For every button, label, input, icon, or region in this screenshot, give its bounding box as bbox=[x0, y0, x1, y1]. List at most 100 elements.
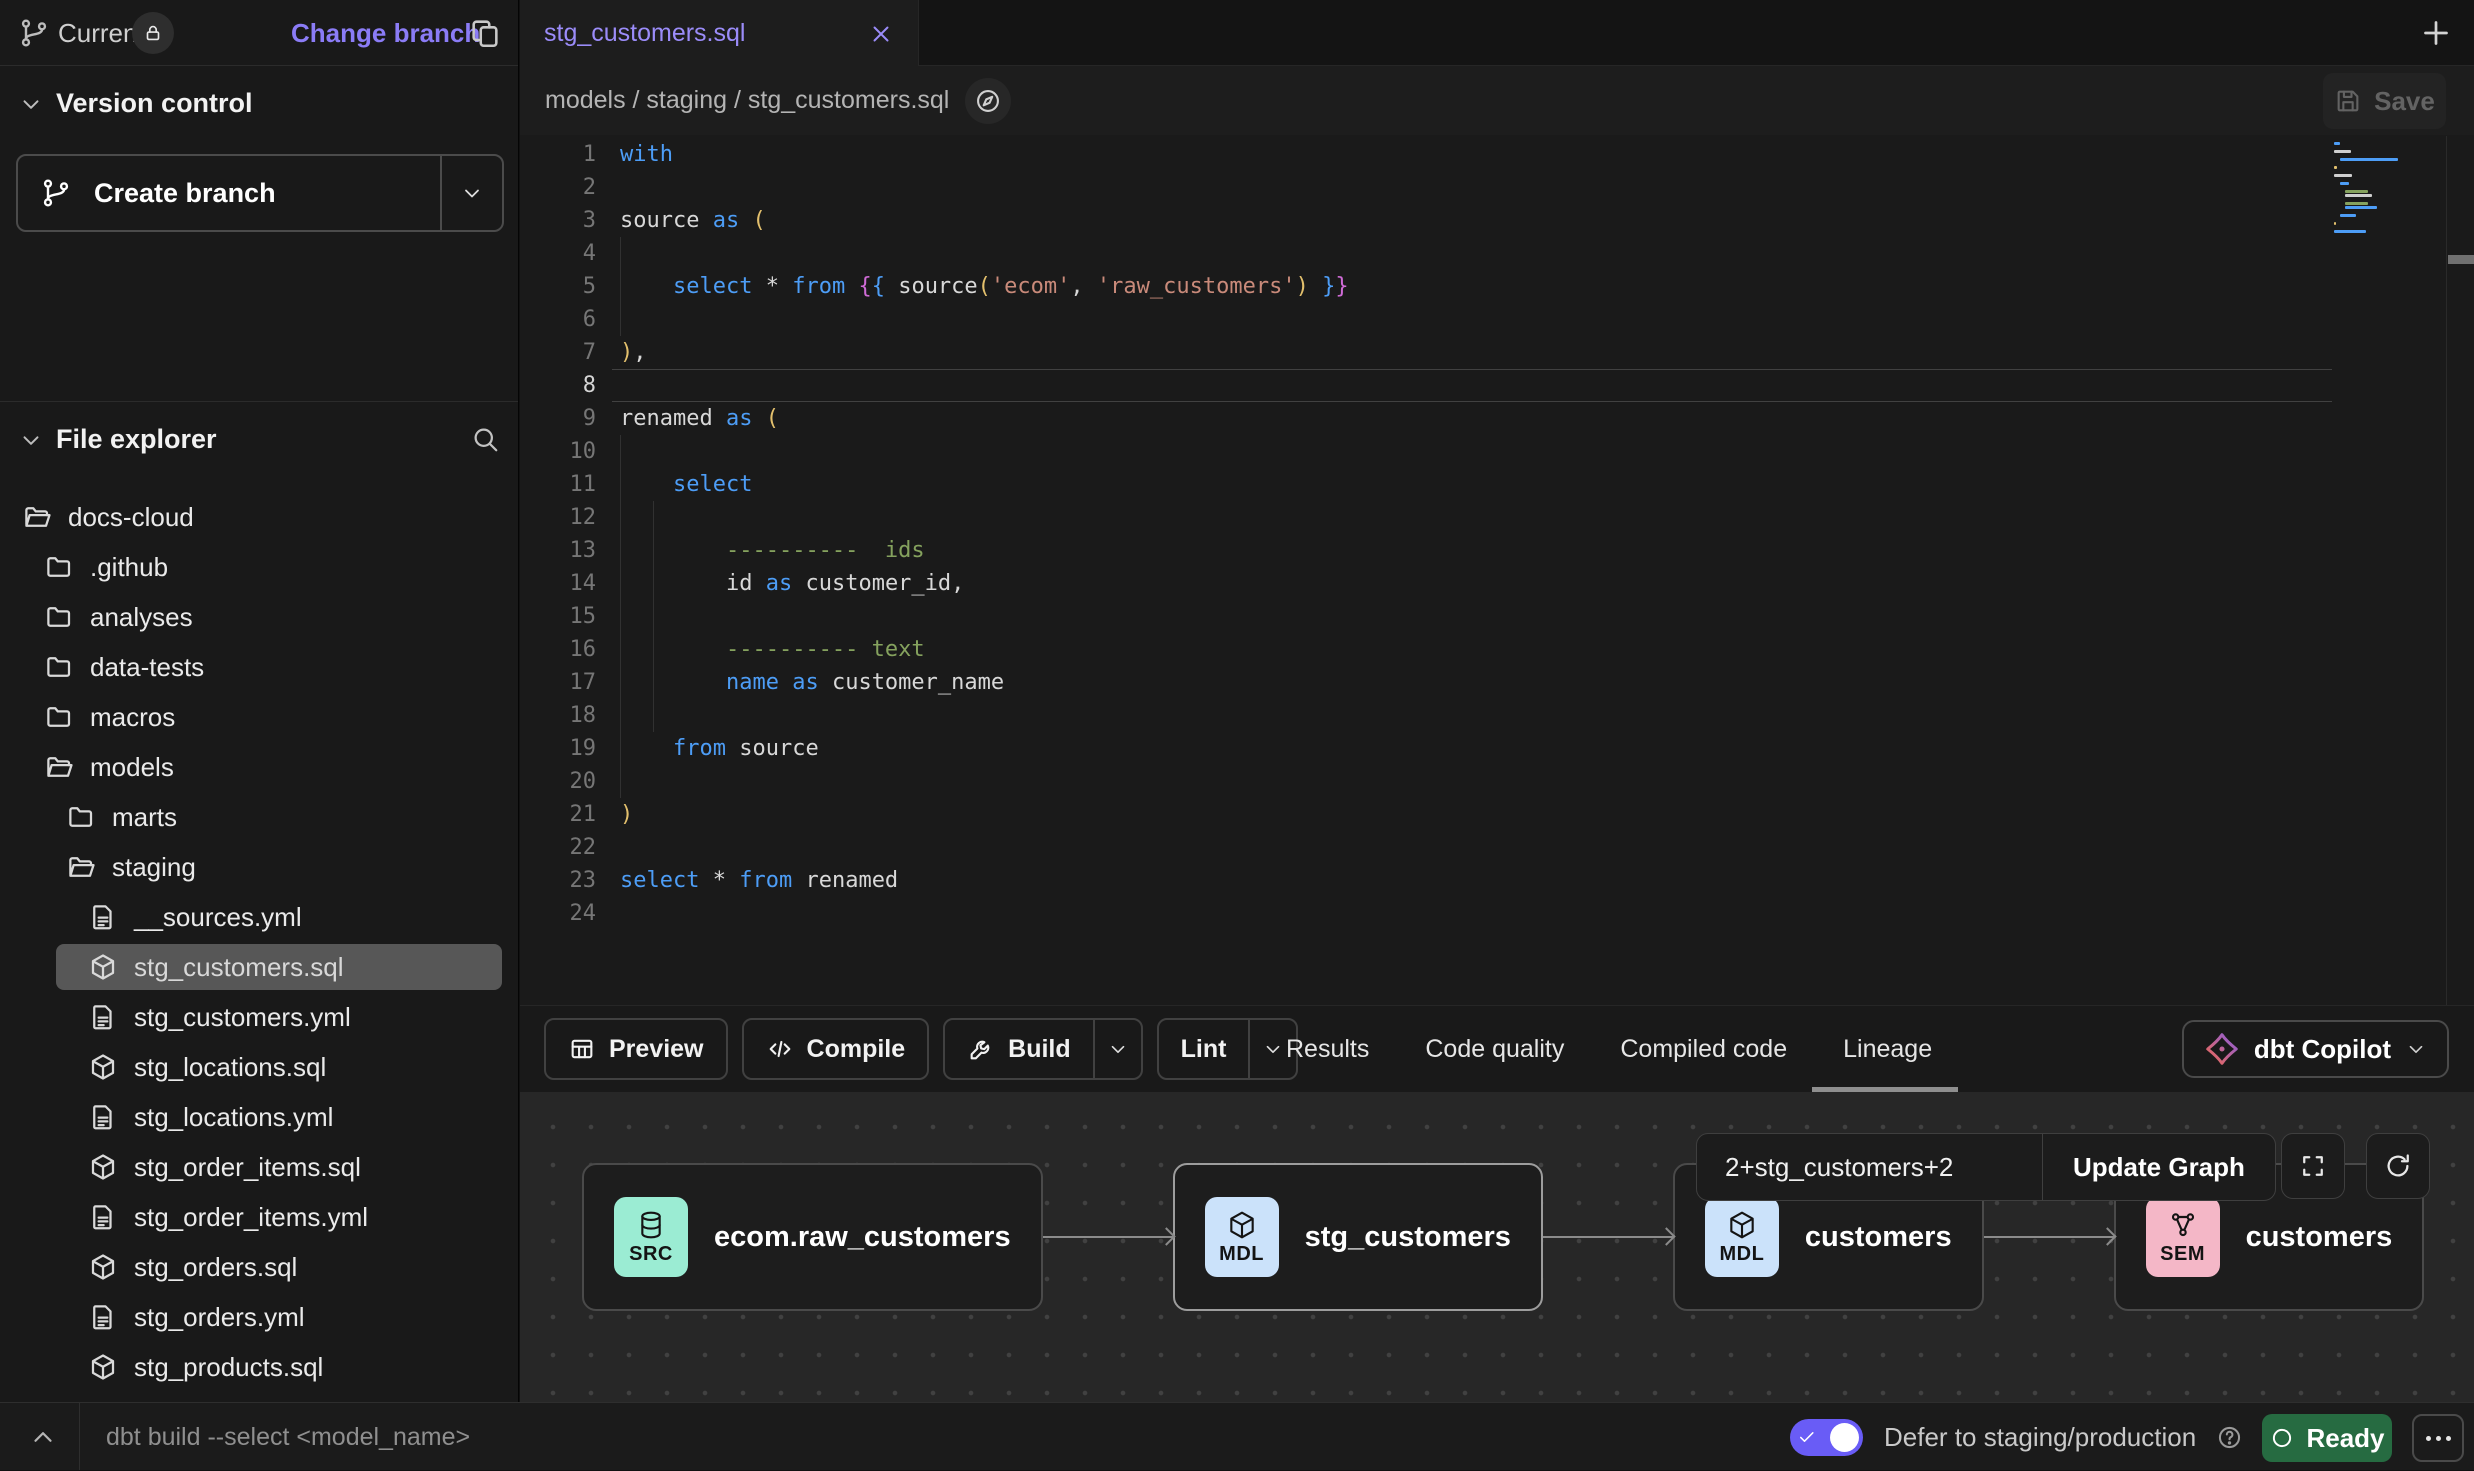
code-line-8[interactable]: 8 bbox=[520, 369, 2474, 402]
build-button[interactable]: Build bbox=[943, 1018, 1143, 1080]
code-line-9[interactable]: 9renamed as ( bbox=[520, 402, 2474, 435]
code-line-12[interactable]: 12 bbox=[520, 501, 2474, 534]
compile-button[interactable]: Compile bbox=[742, 1018, 930, 1080]
file-item-stg-orders-sql[interactable]: stg_orders.sql bbox=[0, 1242, 518, 1292]
code-line-20[interactable]: 20 bbox=[520, 765, 2474, 798]
chevron-down-icon bbox=[460, 181, 484, 205]
code-line-10[interactable]: 10 bbox=[520, 435, 2474, 468]
tab-results[interactable]: Results bbox=[1286, 1035, 1369, 1064]
build-dropdown[interactable] bbox=[1093, 1020, 1141, 1078]
editor-tabbar: stg_customers.sql bbox=[520, 0, 2474, 66]
help-icon[interactable] bbox=[2216, 1424, 2243, 1451]
file-item-stg-orders-yml[interactable]: stg_orders.yml bbox=[0, 1292, 518, 1342]
file-item-stg-customers-yml[interactable]: stg_customers.yml bbox=[0, 992, 518, 1042]
save-button[interactable]: Save bbox=[2323, 73, 2446, 129]
lineage-selector-input[interactable]: 2+stg_customers+2 bbox=[1697, 1134, 2042, 1200]
line-content: renamed as ( bbox=[620, 402, 779, 435]
close-icon[interactable] bbox=[868, 21, 894, 47]
code-line-15[interactable]: 15 bbox=[520, 600, 2474, 633]
file-item-models[interactable]: models bbox=[0, 742, 518, 792]
ide-status-button[interactable]: Ready bbox=[2262, 1414, 2392, 1462]
file-item-stg-locations-yml[interactable]: stg_locations.yml bbox=[0, 1092, 518, 1142]
change-branch-link[interactable]: Change branch bbox=[291, 0, 480, 66]
folder-icon bbox=[44, 702, 74, 732]
create-branch-button[interactable]: Create branch bbox=[16, 154, 504, 232]
fullscreen-button[interactable] bbox=[2281, 1133, 2345, 1199]
tab-code-quality[interactable]: Code quality bbox=[1425, 1035, 1564, 1064]
explore-lineage-button[interactable] bbox=[965, 78, 1011, 124]
code-line-22[interactable]: 22 bbox=[520, 831, 2474, 864]
file-item-stg-customers-sql[interactable]: stg_customers.sql bbox=[0, 942, 518, 992]
tab-lineage[interactable]: Lineage bbox=[1843, 1035, 1932, 1064]
file-item--sources-yml[interactable]: __sources.yml bbox=[0, 892, 518, 942]
node-label: ecom.raw_customers bbox=[714, 1221, 1011, 1254]
update-graph-button[interactable]: Update Graph bbox=[2042, 1134, 2275, 1200]
git-branch-icon bbox=[18, 17, 50, 49]
more-options-button[interactable] bbox=[2412, 1414, 2464, 1462]
create-branch-dropdown[interactable] bbox=[440, 156, 502, 230]
minimap[interactable] bbox=[2334, 142, 2398, 238]
tab-title: stg_customers.sql bbox=[544, 19, 745, 48]
line-number: 3 bbox=[520, 204, 596, 237]
code-line-13[interactable]: 13 ---------- ids bbox=[520, 534, 2474, 567]
chevron-up-icon[interactable] bbox=[28, 1422, 58, 1452]
code-line-17[interactable]: 17 name as customer_name bbox=[520, 666, 2474, 699]
code-line-1[interactable]: 1with bbox=[520, 138, 2474, 171]
chevron-down-icon[interactable] bbox=[18, 427, 44, 453]
code-line-21[interactable]: 21) bbox=[520, 798, 2474, 831]
code-line-2[interactable]: 2 bbox=[520, 171, 2474, 204]
file-item-stg-products-sql[interactable]: stg_products.sql bbox=[0, 1342, 518, 1392]
file-item-data-tests[interactable]: data-tests bbox=[0, 642, 518, 692]
lock-icon bbox=[142, 22, 164, 44]
code-line-11[interactable]: 11 select bbox=[520, 468, 2474, 501]
file-item-staging[interactable]: staging bbox=[0, 842, 518, 892]
code-line-6[interactable]: 6 bbox=[520, 303, 2474, 336]
file-item-macros[interactable]: macros bbox=[0, 692, 518, 742]
minimap-line bbox=[2334, 166, 2337, 169]
file-item-stg-order-items-yml[interactable]: stg_order_items.yml bbox=[0, 1192, 518, 1242]
code-line-14[interactable]: 14 id as customer_id, bbox=[520, 567, 2474, 600]
code-line-23[interactable]: 23select * from renamed bbox=[520, 864, 2474, 897]
copy-icon[interactable] bbox=[468, 16, 502, 50]
folder-icon bbox=[44, 652, 74, 682]
dbt-copilot-button[interactable]: dbt Copilot bbox=[2182, 1020, 2449, 1078]
file-item-stg-order-items-sql[interactable]: stg_order_items.sql bbox=[0, 1142, 518, 1192]
scrollbar-track bbox=[2446, 136, 2447, 1005]
mdl-badge: MDL bbox=[1205, 1197, 1279, 1277]
lint-button[interactable]: Lint bbox=[1157, 1018, 1299, 1080]
command-input[interactable]: dbt build --select <model_name> bbox=[106, 1403, 470, 1471]
line-number: 18 bbox=[520, 699, 596, 732]
lineage-panel[interactable]: SRCecom.raw_customers MDLstg_customersMDL… bbox=[520, 1092, 2474, 1402]
code-editor[interactable]: 1with23source as (45 select * from {{ so… bbox=[520, 136, 2474, 1005]
file-doc-icon bbox=[88, 1002, 118, 1032]
code-line-19[interactable]: 19 from source bbox=[520, 732, 2474, 765]
file-item-marts[interactable]: marts bbox=[0, 792, 518, 842]
lineage-node-ecom-raw-customers[interactable]: SRCecom.raw_customers bbox=[582, 1163, 1043, 1311]
code-line-24[interactable]: 24 bbox=[520, 897, 2474, 930]
file-item-label: stg_order_items.sql bbox=[134, 1152, 361, 1183]
scrollbar-marker[interactable] bbox=[2448, 255, 2474, 264]
lineage-node-stg-customers[interactable]: MDLstg_customers bbox=[1173, 1163, 1543, 1311]
line-content: with bbox=[620, 138, 673, 171]
code-line-7[interactable]: 7), bbox=[520, 336, 2474, 369]
tab-compiled-code[interactable]: Compiled code bbox=[1620, 1035, 1787, 1064]
file-item-analyses[interactable]: analyses bbox=[0, 592, 518, 642]
file-item-stg-locations-sql[interactable]: stg_locations.sql bbox=[0, 1042, 518, 1092]
code-line-16[interactable]: 16 ---------- text bbox=[520, 633, 2474, 666]
tab-stg-customers-sql[interactable]: stg_customers.sql bbox=[520, 0, 919, 67]
new-tab-plus-icon[interactable] bbox=[2418, 15, 2454, 51]
file-item--github[interactable]: .github bbox=[0, 542, 518, 592]
defer-toggle[interactable] bbox=[1790, 1419, 1863, 1456]
chevron-down-icon[interactable] bbox=[18, 91, 44, 117]
code-line-4[interactable]: 4 bbox=[520, 237, 2474, 270]
refresh-button[interactable] bbox=[2366, 1133, 2430, 1199]
search-icon[interactable] bbox=[470, 424, 500, 454]
graph-controls: 2+stg_customers+2 Update Graph bbox=[1696, 1133, 2276, 1201]
file-item-docs-cloud[interactable]: docs-cloud bbox=[0, 492, 518, 542]
line-number: 24 bbox=[520, 897, 596, 930]
code-line-3[interactable]: 3source as ( bbox=[520, 204, 2474, 237]
code-line-18[interactable]: 18 bbox=[520, 699, 2474, 732]
preview-button[interactable]: Preview bbox=[544, 1018, 728, 1080]
database-icon bbox=[635, 1209, 667, 1241]
code-line-5[interactable]: 5 select * from {{ source('ecom', 'raw_c… bbox=[520, 270, 2474, 303]
